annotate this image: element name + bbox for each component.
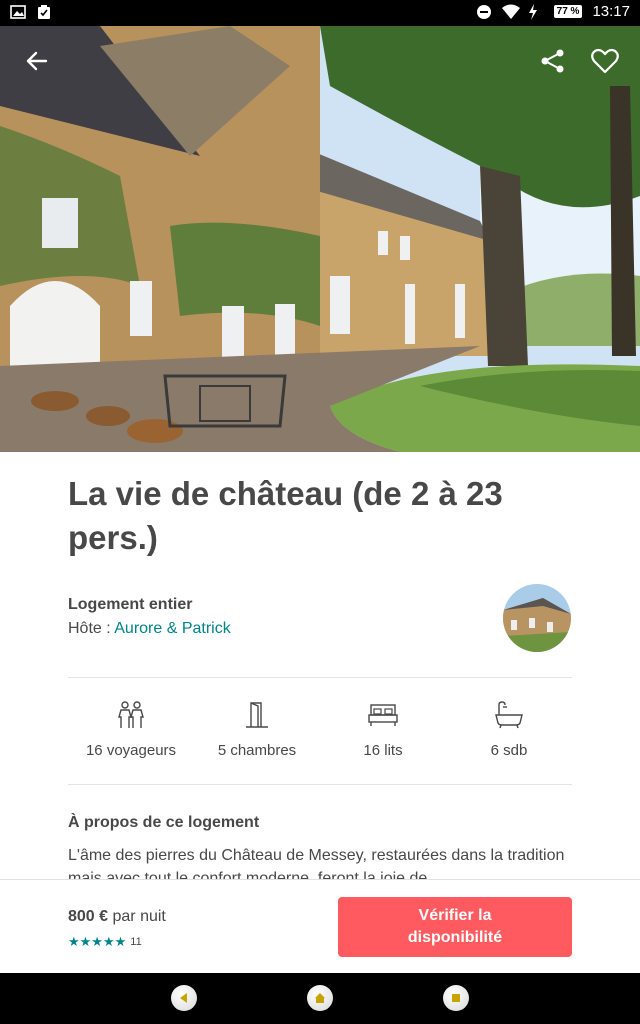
check-availability-label: Vérifier la disponibilité (407, 907, 503, 946)
amenity-bathrooms: 6 sdb (446, 700, 572, 759)
battery-level: 77 % (553, 5, 583, 18)
nav-recents-icon (452, 994, 460, 1002)
status-bar: 77 % 13:17 (0, 0, 640, 26)
booking-bar: 800 € par nuit ★★★★★ 11 Vérifier la disp… (0, 879, 640, 973)
host-avatar-image (503, 584, 571, 652)
price: 800 € par nuit (68, 908, 166, 926)
share-button[interactable] (536, 44, 570, 78)
back-arrow-icon (26, 51, 48, 71)
price-amount: 800 € (68, 908, 109, 925)
clock: 13:17 (592, 3, 630, 20)
nav-home-button[interactable] (307, 985, 333, 1011)
amenity-label: 16 lits (363, 742, 403, 759)
host-label: Hôte : (68, 620, 115, 637)
chateau-photo (0, 26, 640, 452)
amenities-row: 16 voyageurs 5 chambres 16 lits 6 sdb (68, 700, 572, 759)
host-info: Logement entier Hôte : Aurore & Patrick (68, 596, 231, 638)
listing-photo[interactable] (0, 26, 640, 452)
listing-details[interactable]: La vie de château (de 2 à 23 pers.) Loge… (0, 452, 640, 879)
amenity-bedrooms: 5 chambres (194, 700, 320, 759)
host-line: Hôte : Aurore & Patrick (68, 620, 231, 638)
door-icon (246, 702, 268, 728)
rating[interactable]: ★★★★★ 11 (68, 934, 142, 950)
wifi-icon (501, 4, 520, 20)
save-to-wishlist-button[interactable] (588, 44, 622, 78)
heart-icon (591, 48, 619, 74)
about-heading: À propos de ce logement (68, 814, 260, 831)
system-nav-bar (0, 973, 640, 1024)
bed-icon (368, 704, 398, 726)
nav-back-icon (180, 993, 187, 1003)
listing-title: La vie de château (de 2 à 23 pers.) (68, 475, 503, 556)
host-name-link[interactable]: Aurore & Patrick (114, 620, 230, 637)
gallery-notification-icon (10, 4, 26, 20)
clipboard-notification-icon (36, 4, 52, 20)
charging-icon (528, 3, 544, 20)
host-avatar[interactable] (503, 584, 571, 652)
amenity-label: 16 voyageurs (85, 742, 177, 759)
amenity-beds: 16 lits (320, 700, 446, 759)
nav-recents-button[interactable] (443, 985, 469, 1011)
review-count: 11 (130, 936, 142, 948)
about-description: L'âme des pierres du Château de Messey, … (68, 847, 565, 879)
bathtub-icon (495, 701, 523, 729)
check-availability-button[interactable]: Vérifier la disponibilité (338, 897, 572, 957)
nav-home-icon (315, 993, 325, 1003)
nav-back-button[interactable] (171, 985, 197, 1011)
guests-icon (118, 701, 144, 728)
amenity-label: 6 sdb (490, 742, 528, 759)
amenity-guests: 16 voyageurs (68, 700, 194, 759)
back-button[interactable] (20, 44, 54, 78)
do-not-disturb-icon (476, 4, 492, 20)
price-unit: par nuit (108, 908, 166, 925)
divider (68, 677, 572, 678)
rating-stars: ★★★★★ (68, 934, 127, 949)
amenity-label: 5 chambres (217, 742, 297, 759)
divider (68, 784, 572, 785)
share-icon (541, 49, 564, 73)
listing-type: Logement entier (68, 596, 193, 613)
